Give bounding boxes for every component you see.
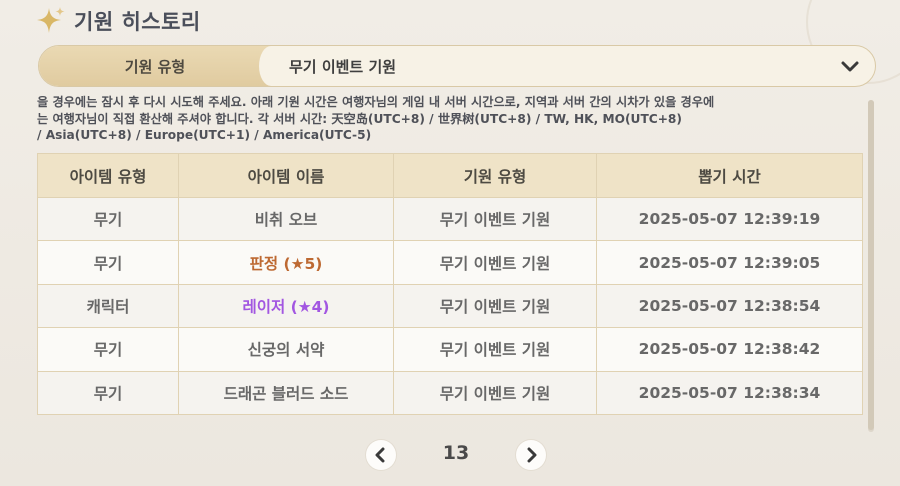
cell-item-type: 캐릭터 bbox=[37, 283, 179, 329]
chevron-down-icon bbox=[841, 61, 859, 72]
cell-wish-type: 무기 이벤트 기원 bbox=[393, 327, 597, 372]
chevron-left-icon bbox=[375, 447, 385, 463]
notice-line: 을 경우에는 잠시 후 다시 시도해 주세요. 아래 기원 시간은 여행자님의 … bbox=[37, 95, 715, 109]
cell-item-type: 무기 bbox=[37, 196, 179, 242]
banner-type-select[interactable]: 무기 이벤트 기원 bbox=[271, 46, 875, 86]
banner-type-label-box: 기원 유형 bbox=[39, 46, 283, 86]
cell-item-type: 무기 bbox=[37, 370, 179, 415]
prev-page-button[interactable] bbox=[366, 440, 396, 470]
table-row: 무기 비취 오브 무기 이벤트 기원 2025-05-07 12:39:19 bbox=[37, 196, 863, 242]
column-header-wish-type: 기원 유형 bbox=[393, 153, 597, 198]
server-time-notice: 을 경우에는 잠시 후 다시 시도해 주세요. 아래 기원 시간은 여행자님의 … bbox=[37, 94, 865, 144]
banner-type-filter: 기원 유형 무기 이벤트 기원 bbox=[38, 45, 876, 87]
scrollbar-thumb[interactable] bbox=[868, 100, 874, 430]
cell-item-type: 무기 bbox=[37, 327, 179, 372]
cell-item-name: 신궁의 서약 bbox=[178, 327, 394, 372]
cell-wish-type: 무기 이벤트 기원 bbox=[393, 240, 597, 285]
column-header-item-type: 아이템 유형 bbox=[37, 153, 179, 198]
notice-line: 는 여행자님이 직접 환산해 주셔야 합니다. 각 서버 시간: 天空岛(UTC… bbox=[37, 111, 682, 126]
cell-wish-type: 무기 이벤트 기원 bbox=[393, 283, 597, 329]
cell-wish-time: 2025-05-07 12:38:34 bbox=[596, 370, 863, 415]
banner-type-label: 기원 유형 bbox=[124, 57, 186, 76]
wish-history-table: 아이템 유형 아이템 이름 기원 유형 뽑기 시간 무기 비취 오브 무기 이벤… bbox=[37, 153, 863, 415]
sparkle-icon bbox=[37, 7, 65, 33]
table-header-row: 아이템 유형 아이템 이름 기원 유형 뽑기 시간 bbox=[37, 153, 863, 198]
table-row: 무기 판정 (★5) 무기 이벤트 기원 2025-05-07 12:39:05 bbox=[37, 240, 863, 285]
next-page-button[interactable] bbox=[516, 440, 546, 470]
cell-wish-type: 무기 이벤트 기원 bbox=[393, 196, 597, 242]
column-header-wish-time: 뽑기 시간 bbox=[596, 153, 863, 198]
table-row: 캐릭터 레이저 (★4) 무기 이벤트 기원 2025-05-07 12:38:… bbox=[37, 283, 863, 329]
column-header-item-name: 아이템 이름 bbox=[178, 153, 394, 198]
banner-type-selected-value: 무기 이벤트 기원 bbox=[289, 57, 397, 76]
cell-item-name: 비취 오브 bbox=[178, 196, 394, 242]
table-row: 무기 드래곤 블러드 소드 무기 이벤트 기원 2025-05-07 12:38… bbox=[37, 370, 863, 415]
chevron-right-icon bbox=[527, 447, 537, 463]
cell-wish-type: 무기 이벤트 기원 bbox=[393, 370, 597, 415]
cell-item-name-4star: 레이저 (★4) bbox=[178, 283, 394, 329]
page-title: 기원 히스토리 bbox=[74, 10, 201, 34]
notice-line: / Asia(UTC+8) / Europe(UTC+1) / America(… bbox=[37, 128, 372, 142]
cell-item-type: 무기 bbox=[37, 240, 179, 285]
current-page-number: 13 bbox=[442, 442, 470, 464]
cell-item-name: 드래곤 블러드 소드 bbox=[178, 370, 394, 415]
cell-wish-time: 2025-05-07 12:38:54 bbox=[596, 283, 863, 329]
cell-wish-time: 2025-05-07 12:38:42 bbox=[596, 327, 863, 372]
pagination: 13 bbox=[0, 438, 900, 472]
table-row: 무기 신궁의 서약 무기 이벤트 기원 2025-05-07 12:38:42 bbox=[37, 327, 863, 372]
wish-history-panel: 기원 히스토리 기원 유형 무기 이벤트 기원 을 경우에는 잠시 후 다시 시… bbox=[0, 0, 900, 486]
cell-wish-time: 2025-05-07 12:39:19 bbox=[596, 196, 863, 242]
cell-wish-time: 2025-05-07 12:39:05 bbox=[596, 240, 863, 285]
header: 기원 히스토리 bbox=[36, 4, 201, 38]
cell-item-name-5star: 판정 (★5) bbox=[178, 240, 394, 285]
